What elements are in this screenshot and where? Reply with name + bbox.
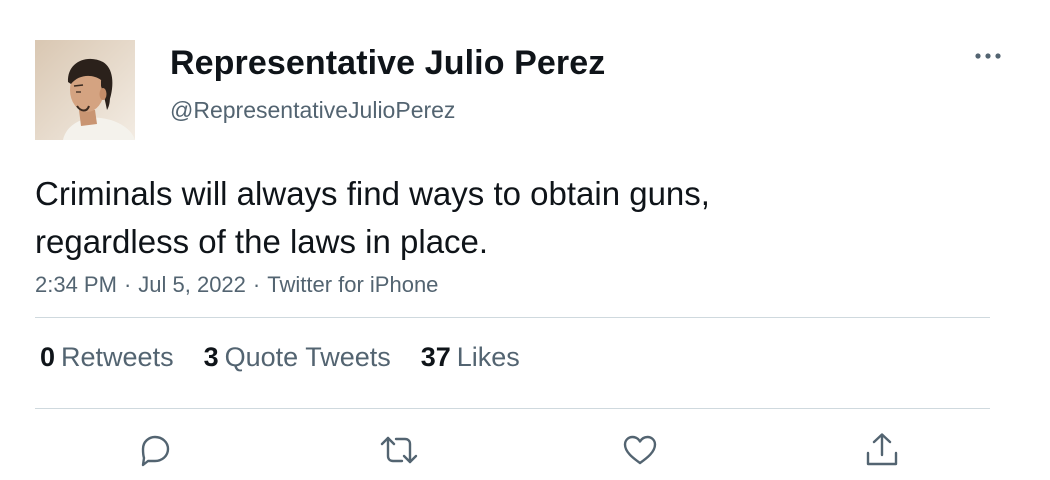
quote-tweets-label: Quote Tweets [224, 342, 391, 372]
tweet-time[interactable]: 2:34 PM [35, 272, 117, 297]
quote-tweets-stat[interactable]: 3 Quote Tweets [204, 342, 391, 373]
more-dots-icon [975, 53, 1001, 59]
divider [35, 408, 990, 409]
likes-count: 37 [420, 342, 451, 372]
avatar-photo [35, 40, 135, 140]
tweet-actions [0, 428, 1050, 472]
divider [35, 317, 990, 318]
retweet-button[interactable] [377, 428, 421, 472]
share-button[interactable] [860, 428, 904, 472]
tweet-source[interactable]: Twitter for iPhone [267, 272, 438, 297]
share-icon [866, 433, 898, 466]
like-button[interactable] [618, 428, 662, 472]
tweet-text-line: regardless of the laws in place. [35, 223, 489, 260]
user-handle[interactable]: @RepresentativeJulioPerez [170, 97, 455, 124]
meta-separator: · [252, 272, 261, 297]
likes-stat[interactable]: 37 Likes [421, 342, 520, 373]
retweet-icon [380, 436, 418, 464]
tweet-text: Criminals will always find ways to obtai… [35, 170, 935, 266]
avatar[interactable] [35, 40, 135, 140]
tweet-card: Representative Julio Perez @Representati… [0, 0, 1050, 480]
tweet-date[interactable]: Jul 5, 2022 [138, 272, 246, 297]
quote-tweets-count: 3 [203, 342, 219, 372]
meta-separator: · [123, 272, 132, 297]
more-options-button[interactable] [968, 42, 1008, 70]
tweet-text-line: Criminals will always find ways to obtai… [35, 175, 710, 212]
reply-button[interactable] [133, 428, 177, 472]
display-name[interactable]: Representative Julio Perez [170, 44, 605, 83]
tweet-stats: 0 Retweets 3 Quote Tweets 37 Likes [40, 342, 520, 373]
likes-label: Likes [456, 342, 520, 372]
retweets-label: Retweets [61, 342, 174, 372]
like-icon [623, 435, 657, 465]
retweets-stat[interactable]: 0 Retweets [40, 342, 174, 373]
reply-icon [141, 435, 170, 467]
retweets-count: 0 [40, 342, 56, 372]
tweet-meta: 2:34 PM · Jul 5, 2022 · Twitter for iPhone [35, 272, 438, 298]
